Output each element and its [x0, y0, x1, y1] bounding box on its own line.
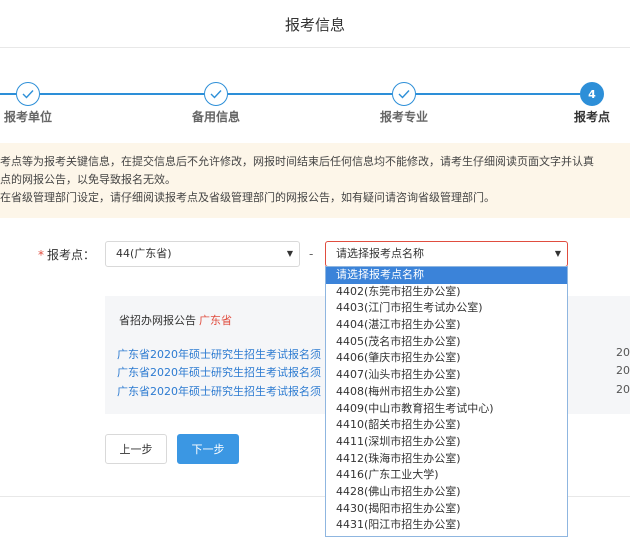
check-icon [398, 90, 410, 99]
announcement-heading: 省招办网报公告 广东省 [119, 312, 232, 328]
province-select[interactable]: 44(广东省) ▼ [105, 241, 300, 267]
announcement-date: 20 [616, 383, 630, 396]
dropdown-option[interactable]: 4403(江门市招生考试办公室) [326, 300, 567, 317]
check-icon [22, 90, 34, 99]
site-label: * 报考点： [38, 246, 95, 263]
step-1-circle [16, 82, 40, 106]
step-2-label: 备用信息 [192, 110, 241, 124]
dropdown-option[interactable]: 4408(梅州市招生办公室) [326, 384, 567, 401]
step-2-circle [204, 82, 228, 106]
dropdown-option[interactable]: 4431(阳江市招生办公室) [326, 517, 567, 534]
notice-box: 报考点等为报考关键信息，在提交信息后不允许修改，网报时间结束后任何信息均不能修改… [0, 143, 630, 218]
page-title: 报考信息 [284, 16, 345, 34]
step-connector [228, 93, 392, 95]
caret-down-icon: ▼ [554, 249, 561, 258]
dropdown-option[interactable]: 4405(茂名市招生办公室) [326, 334, 567, 351]
check-icon [210, 90, 222, 99]
dropdown-option[interactable]: 4404(湛江市招生办公室) [326, 317, 567, 334]
site-label-text: 报考点： [47, 248, 96, 262]
title-divider [0, 47, 630, 48]
step-connector [0, 93, 16, 95]
announcement-link[interactable]: 广东省2020年硕士研究生招生考试报名须 [117, 383, 321, 399]
notice-line: 报考点等为报考关键信息，在提交信息后不允许修改，网报时间结束后任何信息均不能修改… [0, 155, 594, 168]
step-connector [416, 93, 580, 95]
notice-line: 所在省级管理部门设定，请仔细阅读报考点及省级管理部门的网报公告，如有疑问请咨询省… [0, 191, 495, 204]
site-select-value: 请选择报考点名称 [336, 247, 424, 260]
announcement-link[interactable]: 广东省2020年硕士研究生招生考试报名须 [117, 346, 321, 362]
next-step-button[interactable]: 下一步 [177, 434, 239, 464]
dropdown-option[interactable]: 4430(揭阳市招生办公室) [326, 501, 567, 518]
step-1-label: 报考单位 [4, 110, 53, 124]
dropdown-option[interactable]: 请选择报考点名称 [326, 267, 567, 284]
site-dropdown-list: 请选择报考点名称 4402(东莞市招生办公室) 4403(江门市招生考试办公室) 44… [325, 266, 568, 537]
dropdown-option[interactable]: 4406(肇庆市招生办公室) [326, 350, 567, 367]
step-4-label: 报考点 [574, 110, 611, 124]
prev-step-button[interactable]: 上一步 [105, 434, 167, 464]
dropdown-option[interactable]: 4409(中山市教育招生考试中心) [326, 401, 567, 418]
step-connector [40, 93, 204, 95]
dropdown-option[interactable]: 4410(韶关市招生办公室) [326, 417, 567, 434]
dropdown-option[interactable]: 4402(东莞市招生办公室) [326, 284, 567, 301]
announcement-province: 广东省 [199, 314, 232, 327]
dropdown-option[interactable]: 4428(佛山市招生办公室) [326, 484, 567, 501]
dropdown-option[interactable]: 4412(珠海市招生办公室) [326, 451, 567, 468]
step-3-circle [392, 82, 416, 106]
required-mark: * [38, 248, 44, 262]
notice-line: 考点的网报公告，以免导致报名无效。 [0, 173, 176, 186]
announcement-date: 20 [616, 346, 630, 359]
announcement-link[interactable]: 广东省2020年硕士研究生招生考试报名须 [117, 364, 321, 380]
site-select[interactable]: 请选择报考点名称 ▼ [325, 241, 568, 267]
province-select-value: 44(广东省) [116, 247, 172, 260]
announcement-date: 20 [616, 364, 630, 377]
step-3-label: 报考专业 [380, 110, 429, 124]
select-separator: - [309, 247, 314, 261]
dropdown-option[interactable]: 4407(汕头市招生办公室) [326, 367, 567, 384]
dropdown-option[interactable]: 4411(深圳市招生办公室) [326, 434, 567, 451]
caret-down-icon: ▼ [286, 249, 293, 258]
announcement-title: 省招办网报公告 [119, 314, 196, 327]
step-4-circle: 4 [580, 82, 604, 106]
dropdown-option[interactable]: 4416(广东工业大学) [326, 467, 567, 484]
